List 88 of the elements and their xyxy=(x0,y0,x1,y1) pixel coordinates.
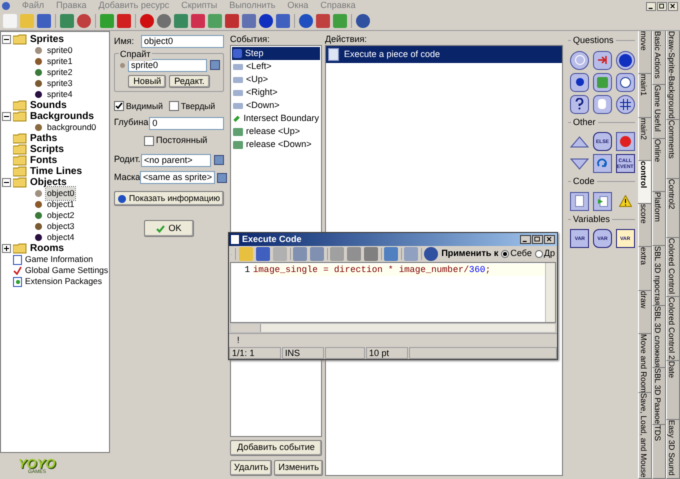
field-label: Имя: xyxy=(114,35,136,48)
sprite-button[interactable]: Новый xyxy=(128,74,166,88)
tab[interactable]: Game Useful xyxy=(652,84,666,139)
status-cell: INS xyxy=(282,347,324,359)
checkbox-label: Твердый xyxy=(180,100,216,112)
tree-item[interactable]: sprite0 xyxy=(46,44,74,57)
tree-item[interactable]: sprite3 xyxy=(46,77,74,90)
name-field[interactable]: object0 xyxy=(141,35,224,48)
tab[interactable]: Save, Load, and Mouse xyxy=(638,393,652,479)
tree-item[interactable]: Sprites xyxy=(29,32,65,47)
field-label: Глубина xyxy=(114,116,148,130)
tab[interactable]: Date xyxy=(666,360,680,420)
tree-item[interactable]: object4 xyxy=(46,231,76,244)
apply-to-label: Применить к xyxy=(441,247,498,260)
tree-item[interactable]: object1 xyxy=(46,198,76,211)
tab[interactable]: Move and Room xyxy=(638,334,652,394)
action-button[interactable]: Изменить xyxy=(274,460,323,476)
event-item[interactable]: Step xyxy=(232,47,320,60)
message-text: ! xyxy=(237,334,240,347)
tab[interactable]: Colored Control 2 xyxy=(666,297,680,361)
event-item[interactable]: release <Down> xyxy=(232,138,320,151)
tab[interactable]: draw xyxy=(638,290,652,334)
tree-item[interactable]: sprite2 xyxy=(46,66,74,79)
tab[interactable]: SBL 3D Разное xyxy=(652,368,666,426)
tab[interactable]: score xyxy=(638,204,652,248)
logo-wordmark: YOYO xyxy=(18,457,56,470)
sprite-field[interactable]: sprite0 xyxy=(128,58,207,72)
window-title: Execute Code xyxy=(242,232,302,246)
tab[interactable]: Easy 3D Sound xyxy=(666,420,680,479)
tab[interactable]: Online xyxy=(652,138,666,192)
group-title: Other xyxy=(573,116,596,128)
tree-item[interactable]: background0 xyxy=(46,121,98,134)
tab[interactable]: Draw-Sprite-Background xyxy=(666,31,680,120)
group-title: Questions xyxy=(573,34,614,47)
tab[interactable]: SBL 3D сложная xyxy=(652,306,666,368)
tab[interactable]: Colored Control xyxy=(666,238,680,298)
tab[interactable]: move xyxy=(638,31,652,74)
tree-item[interactable]: Game Information xyxy=(24,253,94,266)
tab[interactable]: main1 xyxy=(638,74,652,118)
action-button[interactable]: Удалить xyxy=(230,460,272,476)
depth-field[interactable]: 0 xyxy=(149,116,224,130)
event-item[interactable]: <Right> xyxy=(232,86,320,99)
action-item[interactable]: Execute a piece of code xyxy=(326,46,562,63)
tab[interactable]: control xyxy=(638,160,652,204)
tree-item[interactable]: sprite4 xyxy=(46,88,74,101)
tab[interactable]: main2 xyxy=(638,118,652,161)
parent-field[interactable]: <no parent> xyxy=(141,154,211,166)
button-label: Показать информацию xyxy=(129,192,220,206)
tab[interactable]: Control2 xyxy=(666,178,680,238)
ok-button[interactable]: OK xyxy=(144,220,194,238)
line-number: 1 xyxy=(244,264,250,276)
tab[interactable]: extra xyxy=(638,247,652,290)
panel-label: События: xyxy=(230,33,271,45)
tab[interactable]: Basic Actions xyxy=(652,31,666,85)
group-title: Code xyxy=(573,175,595,188)
tree-item[interactable]: object2 xyxy=(46,209,76,222)
tree-item[interactable]: sprite1 xyxy=(46,55,74,68)
tree-item[interactable]: Rooms xyxy=(29,241,65,256)
button-label: OK xyxy=(168,222,182,235)
event-item[interactable]: <Up> xyxy=(232,73,320,86)
tree-item[interactable]: object0 xyxy=(46,187,76,200)
tab[interactable]: Comments xyxy=(666,120,680,179)
event-item[interactable]: release <Up> xyxy=(232,125,320,138)
show-info-button[interactable]: Показать информацию xyxy=(114,191,224,206)
radio-label: Себе xyxy=(510,247,532,260)
sprite-button[interactable]: Редакт. xyxy=(169,74,210,88)
field-label: Маска xyxy=(114,170,138,184)
group-title: Спрайт xyxy=(119,48,152,61)
tree-item[interactable]: Extension Packages xyxy=(24,275,104,288)
event-item[interactable]: Intersect Boundary xyxy=(232,112,320,125)
tab[interactable]: TDS xyxy=(652,425,666,479)
checkbox-label: Постоянный xyxy=(156,134,208,147)
event-item[interactable]: <Left> xyxy=(232,60,320,73)
field-label: Родит. xyxy=(114,153,138,166)
tree-item[interactable]: Global Game Settings xyxy=(24,264,109,277)
add-event-button[interactable]: Добавить событие xyxy=(230,440,322,456)
tab[interactable]: SBL 3D простая xyxy=(652,246,666,306)
group-title: Variables xyxy=(573,212,610,226)
panel-label: Действия: xyxy=(325,33,368,45)
checkbox-label: Видимый xyxy=(126,100,163,112)
tree-item[interactable]: object3 xyxy=(46,220,76,233)
radio-label: Др xyxy=(544,247,555,260)
status-cell: 10 pt xyxy=(366,347,408,359)
tab[interactable]: Platform xyxy=(652,192,666,246)
event-item[interactable]: <Down> xyxy=(232,99,320,112)
code-editor[interactable]: 1 image_single = direction * image_number/360; xyxy=(230,262,556,323)
status-cell: 1/1: 1 xyxy=(229,347,281,359)
mask-field[interactable]: <same as sprite> xyxy=(140,171,216,184)
